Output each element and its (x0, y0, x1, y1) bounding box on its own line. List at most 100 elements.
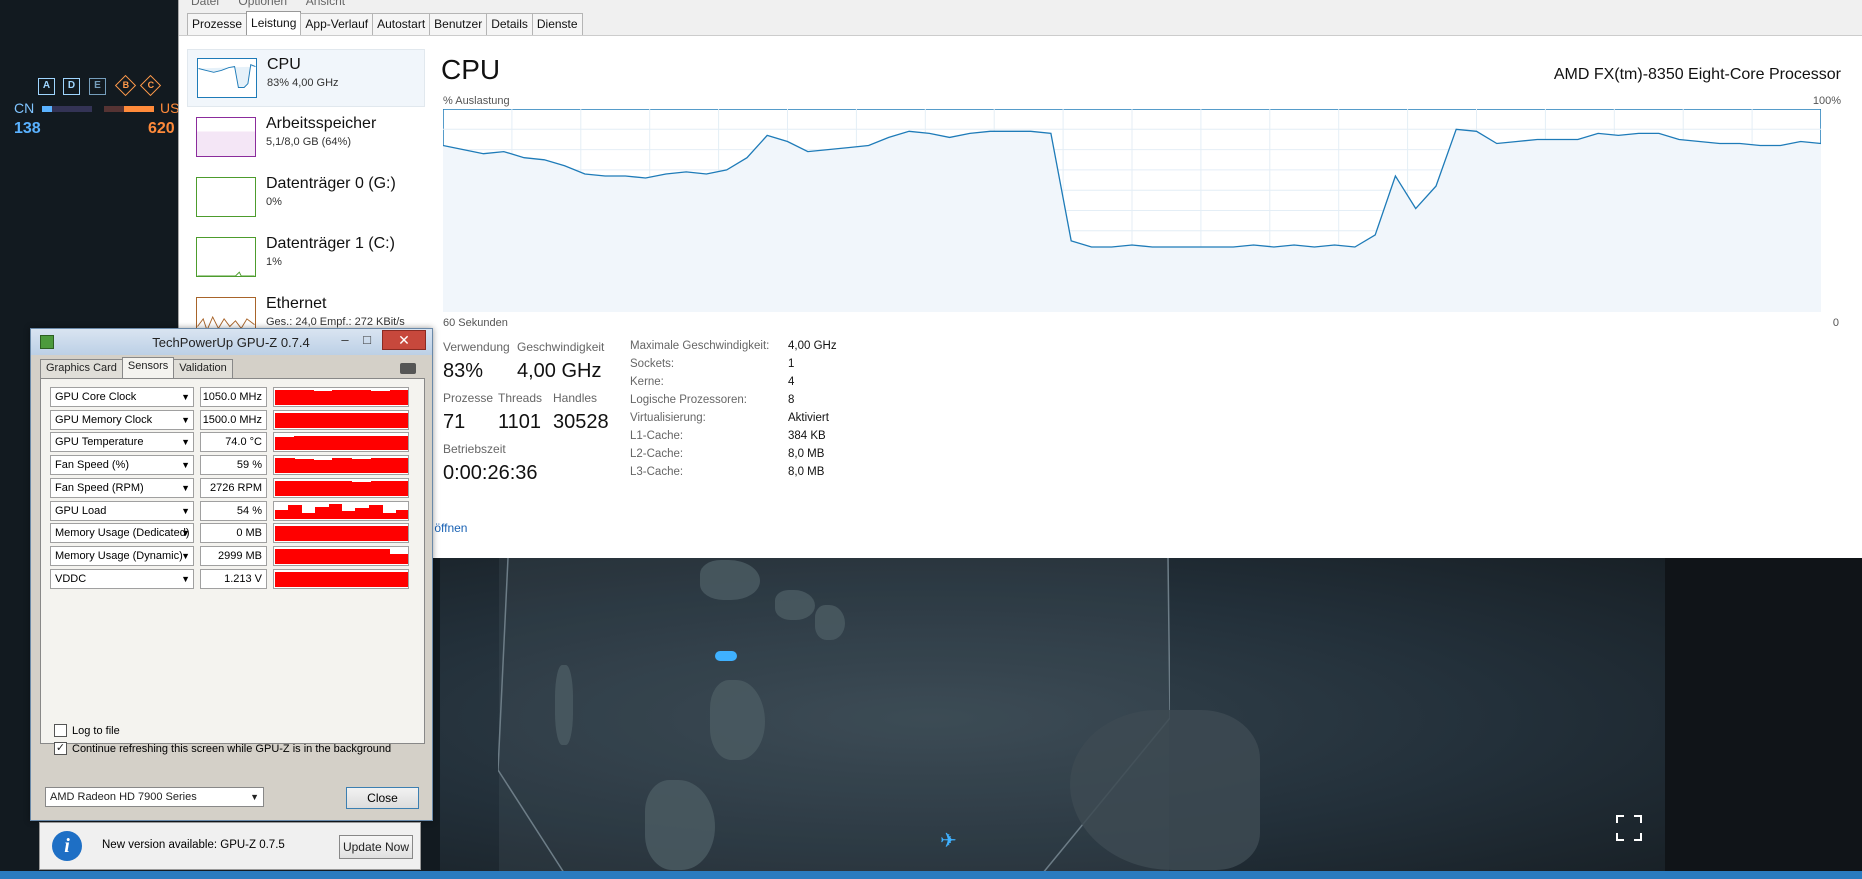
sensor-graph-bar (395, 509, 408, 519)
disk-1-thumbnail-graph (196, 237, 256, 277)
graph-y-max-label: 100% (1812, 95, 1841, 107)
update-notification: i New version available: GPU-Z 0.7.5 Upd… (39, 822, 421, 870)
camera-icon[interactable] (400, 363, 416, 374)
chevron-down-icon: ▼ (250, 792, 259, 802)
spec-value: 4 (788, 376, 795, 388)
sensor-graph-bar (370, 458, 391, 474)
gpu-select-dropdown[interactable]: AMD Radeon HD 7900 Series ▼ (45, 787, 264, 807)
sensor-name: GPU Memory Clock (55, 413, 153, 426)
sensor-name-dropdown[interactable]: VDDC ▼ (50, 568, 194, 589)
sensor-name-dropdown[interactable]: GPU Load ▼ (50, 500, 194, 521)
sensor-graph-bar (275, 571, 295, 587)
tab-app-history[interactable]: App-Verlauf (300, 13, 374, 36)
sidebar-item-memory[interactable]: Arbeitsspeicher 5,1/8,0 GB (64%) (187, 109, 425, 167)
sensor-name-dropdown[interactable]: Fan Speed (RPM) ▼ (50, 477, 194, 498)
tab-graphics-card[interactable]: Graphics Card (40, 359, 123, 378)
squad-e-marker: E (89, 78, 106, 95)
sensor-graph-bar (313, 459, 333, 474)
spec-label: Kerne: (630, 376, 664, 388)
sensor-name-dropdown[interactable]: Memory Usage (Dynamic) ▼ (50, 545, 194, 566)
sidebar-item-cpu[interactable]: CPU 83% 4,00 GHz (187, 49, 425, 107)
update-now-button[interactable]: Update Now (339, 835, 413, 859)
continue-refresh-checkbox[interactable]: ✓ (54, 742, 67, 755)
sensor-graph-bar (389, 526, 408, 542)
chevron-down-icon: ▼ (181, 550, 190, 561)
sensor-value: 1500.0 MHz (200, 409, 267, 430)
sensor-graph-bar (351, 481, 372, 496)
log-to-file-checkbox[interactable] (54, 724, 67, 737)
sensor-graph-bar (275, 437, 295, 451)
sensor-graph-bar (370, 435, 391, 451)
sensor-value: 54 % (200, 500, 267, 521)
tab-processes[interactable]: Prozesse (187, 13, 248, 36)
sensor-graph-bar (351, 390, 372, 405)
spec-value: 8,0 MB (788, 448, 825, 460)
sensor-graph-bar (342, 511, 356, 519)
tab-services[interactable]: Dienste (531, 13, 583, 36)
sensor-name-dropdown[interactable]: Memory Usage (Dedicated) ▼ (50, 523, 194, 544)
sensor-graph-bar (332, 390, 353, 405)
sensor-graph-bar (370, 390, 391, 405)
sidebar-item-disk-0[interactable]: Datenträger 0 (G:) 0% (187, 169, 425, 227)
sidebar-item-label: CPU (267, 56, 301, 73)
open-resource-monitor-link[interactable]: r öffnen (427, 521, 467, 535)
tab-details[interactable]: Details (486, 13, 533, 36)
sensor-name-dropdown[interactable]: GPU Memory Clock ▼ (50, 409, 194, 430)
chevron-down-icon: ▼ (181, 460, 190, 471)
log-to-file-label: Log to file (72, 725, 120, 737)
sensor-graph-bar (294, 549, 314, 564)
sensor-graph-bar (294, 459, 314, 474)
tab-users[interactable]: Benutzer (429, 13, 488, 36)
sidebar-item-disk-1[interactable]: Datenträger 1 (C:) 1% (187, 229, 425, 287)
tab-validation[interactable]: Validation (173, 359, 233, 378)
sidebar-item-value: 1% (266, 256, 282, 268)
processes-label: Prozesse (443, 391, 494, 405)
sensor-graph-bar (275, 481, 295, 496)
objective-b-marker: B (114, 74, 137, 97)
usage-value: 83% (443, 360, 484, 382)
island (645, 780, 715, 870)
spec-label: Maximale Geschwindigkeit: (630, 340, 770, 352)
spec-value: 4,00 GHz (788, 340, 837, 352)
squad-a-marker: A (38, 78, 55, 95)
sensor-graph-bar (351, 459, 372, 474)
menu-view[interactable]: Ansicht (306, 0, 345, 8)
tab-startup[interactable]: Autostart (372, 13, 431, 36)
sensor-graph-bar (351, 526, 372, 542)
sensor-graph-bar (351, 412, 372, 428)
sensor-graph-bar (294, 390, 314, 405)
graph-x-label: 60 Sekunden (443, 317, 508, 329)
sensor-name: Fan Speed (RPM) (55, 481, 144, 494)
sensor-graph-bar (389, 553, 408, 564)
sensor-name: VDDC (55, 572, 87, 585)
sensor-row: Fan Speed (RPM) ▼ 2726 RPM (50, 477, 419, 498)
menu-file[interactable]: Datei (191, 0, 219, 8)
spec-label: Virtualisierung: (630, 412, 706, 424)
chevron-down-icon: ▼ (181, 528, 190, 539)
gpu-select-value: AMD Radeon HD 7900 Series (50, 791, 197, 803)
sensor-row: GPU Temperature ▼ 74.0 °C (50, 432, 419, 453)
usage-label: Verwendung (443, 340, 510, 354)
close-icon[interactable]: ✕ (382, 330, 426, 350)
chevron-down-icon: ▼ (181, 414, 190, 425)
fullscreen-icon[interactable] (1616, 815, 1642, 841)
title-bar[interactable]: TechPowerUp GPU-Z 0.7.4 – □ ✕ (31, 329, 432, 355)
sensor-graph-bar (332, 435, 353, 451)
menu-options[interactable]: Optionen (238, 0, 287, 8)
tab-performance[interactable]: Leistung (246, 11, 302, 36)
sensor-name-dropdown[interactable]: Fan Speed (%) ▼ (50, 455, 194, 476)
sensor-name: Memory Usage (Dedicated) (55, 527, 190, 540)
close-button[interactable]: Close (346, 787, 419, 809)
maximize-icon[interactable]: □ (354, 331, 380, 351)
sensor-name-dropdown[interactable]: GPU Temperature ▼ (50, 432, 194, 453)
sensor-graph-bar (370, 481, 391, 496)
sidebar-item-value: 0% (266, 196, 282, 208)
tab-sensors[interactable]: Sensors (121, 357, 175, 378)
chevron-down-icon: ▼ (181, 437, 190, 448)
sensor-row: GPU Core Clock ▼ 1050.0 MHz (50, 387, 419, 407)
sensors-panel: GPU Core Clock ▼ 1050.0 MHz GPU Memory Cloc… (40, 378, 425, 755)
sensor-graph-bar (275, 390, 295, 405)
island (815, 605, 845, 640)
sensor-name-dropdown[interactable]: GPU Core Clock ▼ (50, 387, 194, 407)
sensor-graph-bar (301, 512, 316, 519)
